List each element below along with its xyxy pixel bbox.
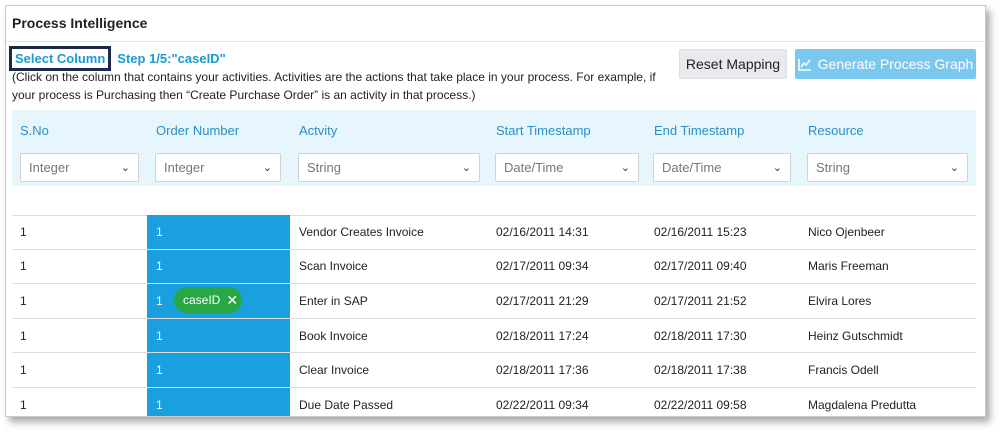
table-row: 1 1 Book Invoice 02/18/2011 17:24 02/18/… bbox=[12, 319, 976, 354]
table-row: 1 1 Vendor Creates Invoice 02/16/2011 14… bbox=[12, 215, 976, 250]
help-text: (Click on the column that contains your … bbox=[12, 70, 656, 102]
cell-start-timestamp: 02/18/2011 17:36 bbox=[496, 363, 589, 378]
cell-start-timestamp: 02/18/2011 17:24 bbox=[496, 328, 589, 343]
cell-end-timestamp: 02/18/2011 17:38 bbox=[654, 363, 747, 378]
cell-activity: Due Date Passed bbox=[299, 397, 394, 412]
table-row: 1 1 Scan Invoice 02/17/2011 09:34 02/17/… bbox=[12, 250, 976, 285]
cell-sno: 1 bbox=[20, 259, 27, 274]
cell-activity: Vendor Creates Invoice bbox=[299, 224, 424, 239]
cell-sno: 1 bbox=[20, 363, 27, 378]
cell-activity: Clear Invoice bbox=[299, 363, 370, 378]
step-label: Step 1/5:"caseID" bbox=[117, 50, 226, 66]
reset-mapping-button[interactable]: Reset Mapping bbox=[679, 49, 787, 79]
cell-activity: Enter in SAP bbox=[299, 293, 368, 308]
caseid-mapping-tag: caseID ✕ bbox=[174, 287, 242, 313]
type-select-start-timestamp[interactable]: Date/Time ⌄ bbox=[495, 153, 639, 182]
cell-resource: Nico Ojenbeer bbox=[808, 224, 885, 239]
type-value: Date/Time bbox=[662, 160, 722, 175]
column-mapping-header: S.No Order Number Actvity Start Timestam… bbox=[12, 110, 976, 186]
type-value: String bbox=[307, 160, 341, 175]
select-column-label[interactable]: Select Column bbox=[9, 45, 112, 71]
type-select-end-timestamp[interactable]: Date/Time ⌄ bbox=[653, 153, 791, 182]
table-row: 1 1 Clear Invoice 02/18/2011 17:36 02/18… bbox=[12, 353, 976, 388]
cell-activity: Scan Invoice bbox=[299, 259, 368, 274]
tag-label: caseID bbox=[183, 293, 221, 307]
cell-end-timestamp: 02/17/2011 21:52 bbox=[654, 293, 747, 308]
table-row: 1 1 Due Date Passed 02/22/2011 09:34 02/… bbox=[12, 388, 976, 416]
table-row: 1 1 Enter in SAP 02/17/2011 21:29 02/17/… bbox=[12, 284, 976, 319]
cell-order-number[interactable]: 1 bbox=[156, 353, 163, 387]
cell-sno: 1 bbox=[20, 293, 27, 308]
type-select-order-number[interactable]: Integer ⌄ bbox=[155, 153, 281, 182]
chart-line-icon bbox=[797, 58, 811, 71]
cell-end-timestamp: 02/17/2011 09:40 bbox=[654, 259, 747, 274]
close-icon[interactable]: ✕ bbox=[226, 293, 238, 307]
chevron-down-icon: ⌄ bbox=[120, 162, 130, 174]
chevron-down-icon: ⌄ bbox=[620, 162, 630, 174]
column-title-sno: S.No bbox=[20, 123, 49, 138]
type-value: Date/Time bbox=[504, 160, 564, 175]
column-title-start-timestamp: Start Timestamp bbox=[496, 123, 591, 138]
cell-order-number[interactable]: 1 bbox=[156, 388, 163, 416]
cell-order-number[interactable]: 1 bbox=[156, 215, 163, 249]
chevron-down-icon: ⌄ bbox=[772, 162, 782, 174]
column-title-activity: Actvity bbox=[299, 123, 338, 138]
chevron-down-icon: ⌄ bbox=[949, 162, 959, 174]
type-value: String bbox=[816, 160, 850, 175]
cell-order-number[interactable]: 1 bbox=[156, 250, 163, 284]
cell-start-timestamp: 02/17/2011 21:29 bbox=[496, 293, 589, 308]
panel-title: Process Intelligence bbox=[6, 6, 985, 42]
type-select-resource[interactable]: String ⌄ bbox=[807, 153, 968, 182]
column-title-end-timestamp: End Timestamp bbox=[654, 123, 745, 138]
data-table: 1 1 Vendor Creates Invoice 02/16/2011 14… bbox=[12, 215, 976, 416]
cell-resource: Maris Freeman bbox=[808, 259, 889, 274]
column-title-resource: Resource bbox=[808, 123, 864, 138]
cell-sno: 1 bbox=[20, 328, 27, 343]
type-select-sno[interactable]: Integer ⌄ bbox=[20, 153, 139, 182]
cell-end-timestamp: 02/22/2011 09:58 bbox=[654, 397, 747, 412]
selected-column-header-cell bbox=[147, 186, 290, 215]
cell-start-timestamp: 02/16/2011 14:31 bbox=[496, 224, 589, 239]
cell-sno: 1 bbox=[20, 224, 27, 239]
cell-end-timestamp: 02/18/2011 17:30 bbox=[654, 328, 747, 343]
column-title-order-number: Order Number bbox=[156, 123, 240, 138]
cell-order-number[interactable]: 1 bbox=[156, 284, 163, 318]
type-value: Integer bbox=[29, 160, 70, 175]
chevron-down-icon: ⌄ bbox=[461, 162, 471, 174]
process-intelligence-panel: Process Intelligence Select Column Step … bbox=[5, 5, 986, 417]
cell-end-timestamp: 02/16/2011 15:23 bbox=[654, 224, 747, 239]
generate-label: Generate Process Graph bbox=[817, 56, 974, 72]
cell-activity: Book Invoice bbox=[299, 328, 368, 343]
cell-resource: Magdalena Predutta bbox=[808, 397, 917, 412]
cell-start-timestamp: 02/17/2011 09:34 bbox=[496, 259, 589, 274]
type-select-activity[interactable]: String ⌄ bbox=[298, 153, 480, 182]
cell-resource: Francis Odell bbox=[808, 363, 879, 378]
cell-resource: Elvira Lores bbox=[808, 293, 872, 308]
cell-order-number[interactable]: 1 bbox=[156, 319, 163, 353]
generate-process-graph-button[interactable]: Generate Process Graph bbox=[795, 49, 976, 79]
cell-sno: 1 bbox=[20, 397, 27, 412]
chevron-down-icon: ⌄ bbox=[262, 162, 272, 174]
cell-resource: Heinz Gutschmidt bbox=[808, 328, 903, 343]
type-value: Integer bbox=[164, 160, 205, 175]
cell-start-timestamp: 02/22/2011 09:34 bbox=[496, 397, 589, 412]
